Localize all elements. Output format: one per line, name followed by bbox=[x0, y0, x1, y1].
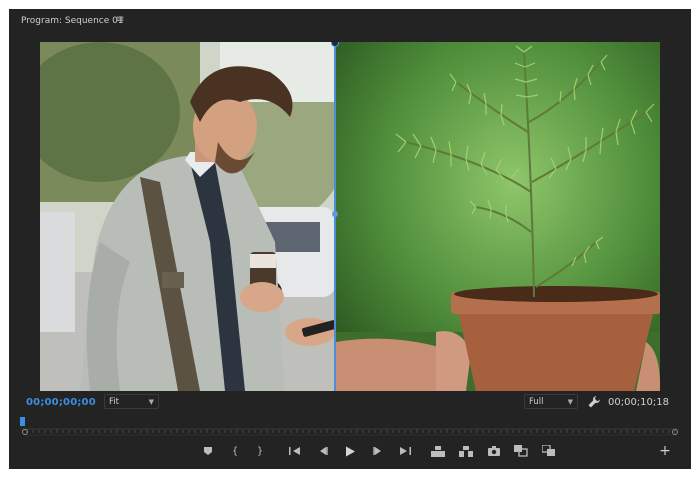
time-ruler[interactable] bbox=[21, 417, 679, 437]
lift-icon[interactable] bbox=[430, 443, 446, 459]
mark-out-icon[interactable]: } bbox=[252, 443, 268, 459]
program-monitor-panel: Program: Sequence 01 ≡ 00;00;00;00 Fit ▼… bbox=[9, 9, 691, 469]
button-editor-plus-icon[interactable]: + bbox=[657, 443, 673, 459]
playback-resolution-dropdown[interactable]: Full ▼ bbox=[524, 394, 578, 409]
left-clip-frame bbox=[40, 42, 335, 391]
playhead-marker[interactable] bbox=[20, 417, 25, 426]
extract-icon[interactable] bbox=[458, 443, 474, 459]
panel-title[interactable]: Program: Sequence 01 bbox=[21, 16, 124, 26]
play-icon[interactable] bbox=[342, 443, 358, 459]
zoom-level-value: Fit bbox=[109, 397, 119, 407]
zoom-scroll-right-handle[interactable] bbox=[672, 429, 678, 435]
zoom-scroll-left-handle[interactable] bbox=[22, 429, 28, 435]
chevron-down-icon: ▼ bbox=[148, 398, 154, 406]
step-forward-icon[interactable] bbox=[370, 443, 386, 459]
right-clip-frame bbox=[336, 42, 660, 391]
go-to-in-icon[interactable] bbox=[287, 443, 303, 459]
export-frame-icon[interactable] bbox=[486, 443, 502, 459]
multi-camera-icon[interactable] bbox=[541, 443, 557, 459]
transport-controls: { } + bbox=[9, 443, 691, 461]
comparison-view-icon[interactable] bbox=[513, 443, 529, 459]
wipe-center-handle[interactable] bbox=[332, 211, 338, 217]
zoom-level-dropdown[interactable]: Fit ▼ bbox=[104, 394, 159, 409]
playback-resolution-value: Full bbox=[529, 397, 544, 407]
duration-timecode: 00;00;10;18 bbox=[607, 397, 669, 408]
current-timecode[interactable]: 00;00;00;00 bbox=[26, 397, 96, 408]
panel-header: Program: Sequence 01 ≡ bbox=[9, 9, 691, 34]
go-to-out-icon[interactable] bbox=[397, 443, 413, 459]
program-viewer[interactable] bbox=[40, 42, 660, 391]
wrench-icon[interactable] bbox=[587, 394, 601, 408]
hamburger-icon[interactable]: ≡ bbox=[116, 14, 124, 25]
chevron-down-icon: ▼ bbox=[567, 398, 573, 406]
add-marker-icon[interactable] bbox=[200, 443, 216, 459]
step-back-icon[interactable] bbox=[315, 443, 331, 459]
mark-in-icon[interactable]: { bbox=[227, 443, 243, 459]
